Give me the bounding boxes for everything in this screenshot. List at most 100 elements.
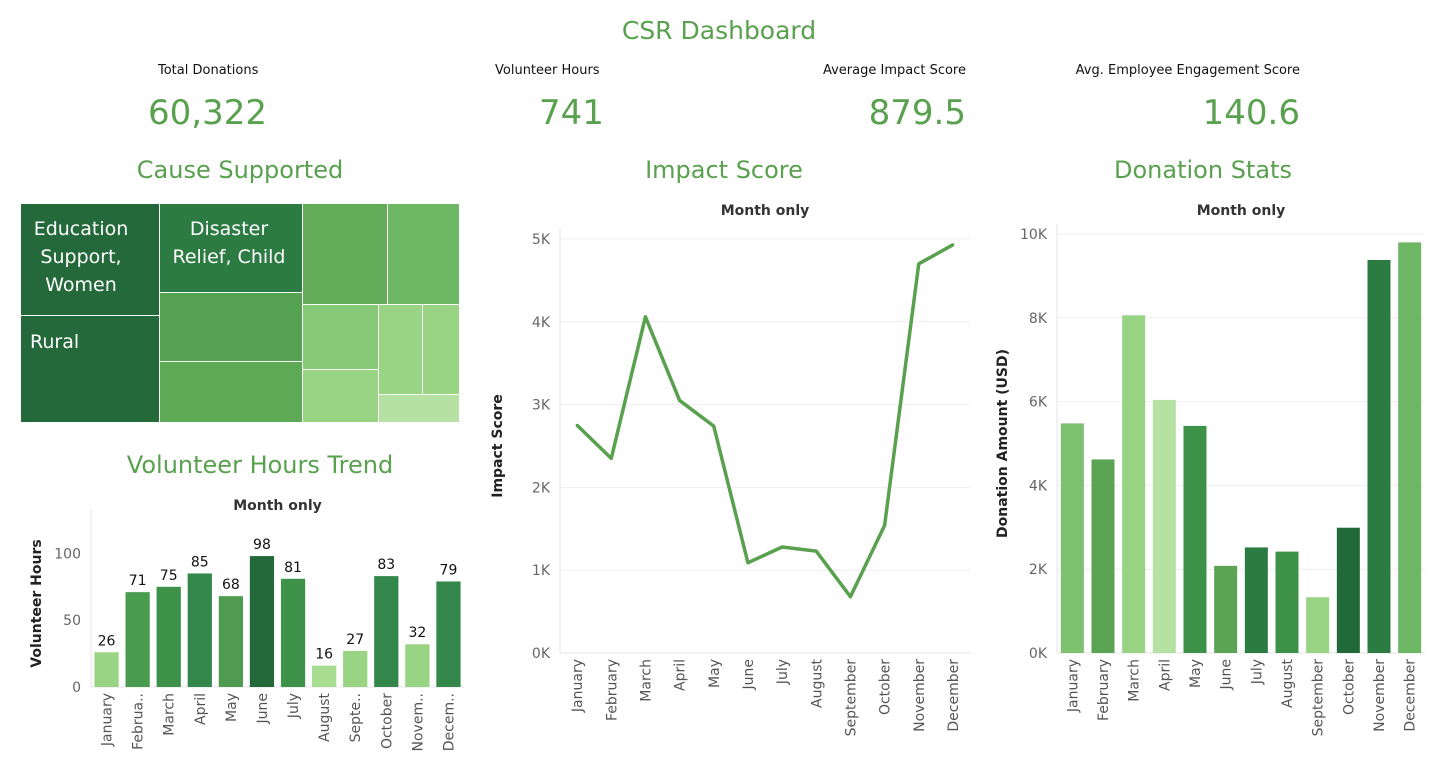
bar	[1306, 597, 1330, 653]
treemap-cell[interactable]	[302, 304, 379, 370]
x-tick-label: March	[162, 693, 178, 736]
y-tick-label: 0K	[532, 646, 551, 662]
volunteer-hours-chart: Month only Volunteer Hours 0 50 100 26 71 75 85 6…	[29, 498, 464, 751]
section-title-volunteer: Volunteer Hours Trend	[126, 451, 394, 479]
kpi-label-engagement-score: Avg. Employee Engagement Score	[1075, 63, 1300, 78]
section-title-impact: Impact Score	[645, 156, 803, 184]
x-tick-label: April	[193, 693, 209, 725]
bar	[405, 644, 430, 687]
kpi-value-total-donations: 60,322	[148, 93, 267, 133]
x-tick-label: November	[912, 659, 928, 732]
bar	[374, 576, 399, 687]
bar	[94, 652, 119, 687]
y-tick-label: 4K	[532, 315, 551, 331]
chart-subtitle: Month only	[233, 498, 322, 514]
bar	[1091, 459, 1115, 653]
treemap-cell[interactable]	[422, 304, 460, 395]
bar	[436, 581, 461, 687]
chart-subtitle: Month only	[721, 203, 810, 219]
bar	[1060, 423, 1084, 653]
treemap-cell-disaster[interactable]: Disaster Relief, Child	[159, 203, 303, 293]
treemap-label-education: Education Support, Women	[33, 218, 129, 296]
treemap-cell-education[interactable]: Education Support, Women	[20, 203, 160, 316]
data-point	[917, 262, 921, 266]
data-label: 68	[222, 577, 240, 593]
x-tick-label: July	[775, 659, 791, 685]
x-tick-label: August	[1280, 658, 1296, 708]
data-label: 83	[377, 557, 395, 573]
treemap-cell-rural[interactable]: Rural	[20, 315, 160, 423]
data-point	[609, 456, 613, 460]
bar	[1214, 565, 1238, 653]
y-tick-label: 10K	[1020, 227, 1048, 243]
data-label: 71	[129, 573, 147, 589]
kpi-value-engagement-score: 140.6	[1202, 93, 1300, 133]
bar	[249, 556, 275, 687]
y-tick-label: 0K	[1029, 646, 1048, 662]
kpi-value-average-impact-score: 879.5	[868, 93, 966, 133]
y-tick-label: 2K	[532, 480, 551, 496]
x-tick-label: Novem..	[410, 693, 426, 751]
data-label: 85	[191, 554, 209, 570]
y-tick-label: 0	[72, 680, 81, 696]
x-tick-label: March	[1127, 659, 1143, 702]
data-point	[780, 545, 784, 549]
chart-subtitle: Month only	[1197, 203, 1286, 219]
data-point	[814, 549, 818, 553]
data-point	[848, 595, 852, 599]
x-tick-label: June	[1219, 659, 1235, 691]
y-axis-label: Volunteer Hours	[29, 539, 45, 667]
section-title-donation: Donation Stats	[1114, 156, 1292, 184]
x-tick-label: May	[1188, 659, 1204, 688]
y-tick-label: 5K	[532, 232, 551, 248]
data-point	[678, 398, 682, 402]
x-tick-label: June	[741, 659, 757, 691]
data-point	[643, 315, 647, 319]
donation-stats-chart: Month only Donation Amount (USD) 0K 2K 4K 6K 8…	[995, 203, 1425, 736]
bar	[343, 650, 368, 687]
bar	[156, 586, 181, 687]
data-label: 79	[440, 562, 458, 578]
bar	[125, 592, 150, 687]
y-axis-label: Donation Amount (USD)	[995, 349, 1011, 538]
x-tick-label: November	[1372, 659, 1388, 732]
data-point	[712, 424, 716, 428]
x-tick-label: April	[1157, 659, 1173, 691]
x-tick-label: May	[224, 693, 240, 722]
treemap-cell[interactable]	[159, 361, 303, 423]
treemap-cell[interactable]	[302, 203, 388, 305]
data-label: 27	[346, 632, 364, 648]
x-tick-label: June	[255, 693, 271, 725]
x-tick-label: April	[673, 659, 689, 691]
bar	[1367, 259, 1391, 653]
x-tick-label: February	[1096, 659, 1112, 721]
x-tick-label: Septe..	[348, 693, 364, 742]
bar	[1244, 547, 1268, 653]
data-label: 26	[98, 633, 116, 649]
y-tick-label: 50	[63, 613, 81, 629]
bar	[1183, 425, 1207, 653]
y-tick-label: 6K	[1029, 395, 1048, 411]
y-tick-label: 3K	[532, 398, 551, 414]
bar	[187, 573, 212, 687]
x-tick-label: August	[317, 692, 333, 742]
treemap-cell[interactable]	[378, 304, 423, 395]
treemap-cell[interactable]	[159, 292, 303, 362]
data-label: 98	[253, 537, 271, 553]
x-tick-label: August	[809, 658, 825, 708]
bar	[312, 665, 337, 687]
series-line	[575, 243, 954, 599]
treemap-cell[interactable]	[378, 394, 460, 423]
bar	[1275, 551, 1299, 653]
treemap-cell[interactable]	[387, 203, 460, 305]
kpi-label-volunteer-hours: Volunteer Hours	[495, 63, 600, 78]
x-tick-label: September	[843, 659, 859, 737]
data-point	[883, 523, 887, 527]
x-tick-label: December	[946, 659, 962, 732]
kpi-value-volunteer-hours: 741	[539, 93, 604, 133]
y-tick-label: 1K	[532, 563, 551, 579]
cause-treemap: Education Support, Women Rural Disaster …	[20, 203, 460, 423]
bar	[1398, 242, 1422, 653]
treemap-cell[interactable]	[302, 369, 379, 423]
x-tick-label: October	[1341, 659, 1357, 715]
